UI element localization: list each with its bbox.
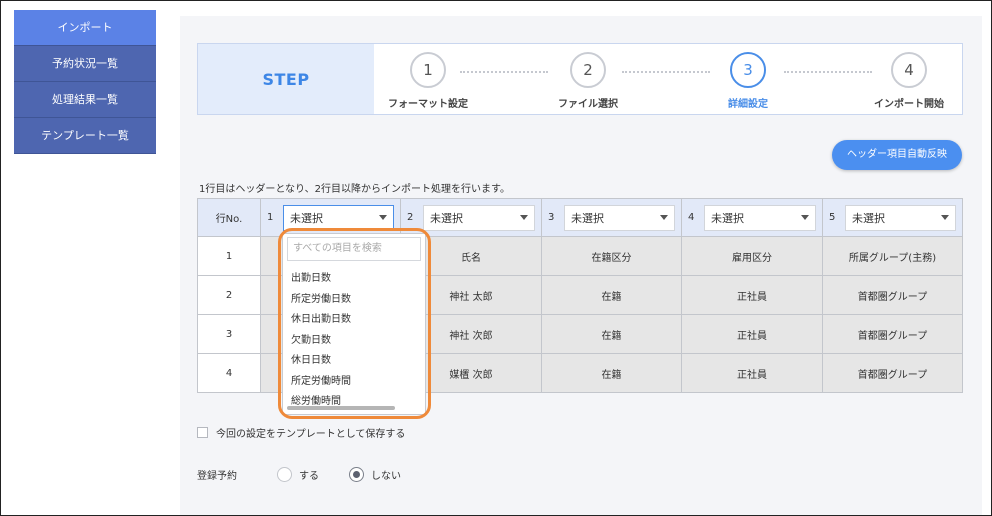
row-number: 4	[197, 353, 261, 393]
column-header: 2 未選択	[400, 198, 542, 237]
sidebar-item-reservation-status[interactable]: 予約状況一覧	[14, 46, 156, 82]
select-value: 未選択	[571, 211, 604, 225]
registration-option-no[interactable]: しない	[349, 467, 401, 482]
row-number: 3	[197, 314, 261, 354]
column-header: 5 未選択	[822, 198, 963, 237]
chevron-down-icon	[520, 215, 528, 220]
step-1-label: フォーマット設定	[388, 99, 468, 110]
chevron-down-icon	[379, 215, 387, 220]
dropdown-option[interactable]: 休日日数	[283, 351, 425, 372]
table-cell: 首都圏グループ	[822, 353, 963, 393]
table-cell: 在籍	[541, 353, 682, 393]
save-template-label: 今回の設定をテンプレートとして保存する	[216, 429, 406, 440]
column-4-select[interactable]: 未選択	[704, 204, 816, 231]
column-1-dropdown: すべての項目を検索 出勤日数 所定労働日数 休日出勤日数 欠勤日数 休日日数 所…	[282, 233, 426, 415]
save-template-option[interactable]: 今回の設定をテンプレートとして保存する	[197, 425, 405, 440]
step-3-circle: 3	[730, 52, 766, 88]
step-3: 3 詳細設定	[698, 52, 798, 110]
sidebar-item-import[interactable]: インポート	[14, 10, 156, 46]
radio-no-label: しない	[371, 471, 401, 482]
row-no-header: 行No.	[197, 198, 261, 237]
column-5-select[interactable]: 未選択	[845, 204, 956, 231]
radio-yes[interactable]	[277, 467, 292, 482]
stepper: STEP 1 フォーマット設定 2 ファイル選択 3 詳細設定 4 インポート開…	[197, 43, 963, 115]
save-template-checkbox[interactable]	[197, 427, 208, 438]
sidebar-item-templates[interactable]: テンプレート一覧	[14, 118, 156, 154]
table-cell: 正社員	[681, 314, 823, 354]
step-2-label: ファイル選択	[558, 99, 618, 110]
column-3-select[interactable]: 未選択	[564, 204, 675, 231]
registration-options: 登録予約 する しない	[197, 467, 431, 482]
step-title: STEP	[262, 69, 310, 89]
step-connector	[460, 71, 548, 73]
registration-label: 登録予約	[197, 471, 237, 482]
row-number: 2	[197, 275, 261, 315]
column-1-select[interactable]: 未選択	[283, 204, 394, 231]
select-value: 未選択	[711, 211, 744, 225]
table-cell: 所属グループ(主務)	[822, 236, 963, 276]
table-cell: 正社員	[681, 275, 823, 315]
dropdown-list: 出勤日数 所定労働日数 休日出勤日数 欠勤日数 休日日数 所定労働時間 総労働時…	[283, 269, 425, 413]
chevron-down-icon	[801, 215, 809, 220]
step-2-circle: 2	[570, 52, 606, 88]
radio-yes-label: する	[299, 471, 319, 482]
table-header-row: 行No. 1 未選択 2 未選択 3 未選択 4 未選択 5 未選択	[197, 198, 963, 237]
column-number: 1	[267, 212, 274, 223]
table-cell: 首都圏グループ	[822, 314, 963, 354]
select-value: 未選択	[290, 211, 323, 225]
column-header: 4 未選択	[681, 198, 823, 237]
select-value: 未選択	[852, 211, 885, 225]
column-number: 5	[829, 212, 836, 223]
dropdown-search-input[interactable]: すべての項目を検索	[287, 237, 421, 261]
step-4-label: インポート開始	[874, 99, 944, 110]
chevron-down-icon	[660, 215, 668, 220]
column-number: 3	[548, 212, 555, 223]
header-note: 1行目はヘッダーとなり、2行目以降からインポート処理を行います。	[199, 184, 511, 195]
step-4-circle: 4	[891, 52, 927, 88]
dropdown-option[interactable]: 休日出勤日数	[283, 310, 425, 331]
column-number: 4	[688, 212, 695, 223]
step-label-box: STEP	[198, 44, 374, 114]
table-cell: 首都圏グループ	[822, 275, 963, 315]
column-header: 3 未選択	[541, 198, 682, 237]
auto-header-button[interactable]: ヘッダー項目自動反映	[832, 140, 962, 170]
step-connector	[622, 71, 710, 73]
sidebar-item-process-results[interactable]: 処理結果一覧	[14, 82, 156, 118]
column-2-select[interactable]: 未選択	[423, 204, 535, 231]
table-cell: 在籍	[541, 275, 682, 315]
dropdown-option[interactable]: 出勤日数	[283, 269, 425, 290]
sidebar: インポート 予約状況一覧 処理結果一覧 テンプレート一覧	[14, 10, 156, 154]
dropdown-scrollbar[interactable]	[287, 406, 395, 410]
table-cell: 在籍	[541, 314, 682, 354]
column-number: 2	[407, 212, 414, 223]
step-4: 4 インポート開始	[859, 52, 959, 110]
radio-no[interactable]	[349, 467, 364, 482]
step-3-label: 詳細設定	[728, 99, 768, 110]
row-number: 1	[197, 236, 261, 276]
dropdown-option[interactable]: 所定労働日数	[283, 290, 425, 311]
table-cell: 雇用区分	[681, 236, 823, 276]
table-cell: 正社員	[681, 353, 823, 393]
step-1-circle: 1	[410, 52, 446, 88]
dropdown-option[interactable]: 所定労働時間	[283, 372, 425, 393]
column-header: 1 未選択	[260, 198, 401, 237]
table-cell: 在籍区分	[541, 236, 682, 276]
step-1: 1 フォーマット設定	[378, 52, 478, 110]
registration-option-yes[interactable]: する	[277, 467, 319, 482]
dropdown-option[interactable]: 欠勤日数	[283, 331, 425, 352]
step-2: 2 ファイル選択	[538, 52, 638, 110]
select-value: 未選択	[430, 211, 463, 225]
chevron-down-icon	[941, 215, 949, 220]
